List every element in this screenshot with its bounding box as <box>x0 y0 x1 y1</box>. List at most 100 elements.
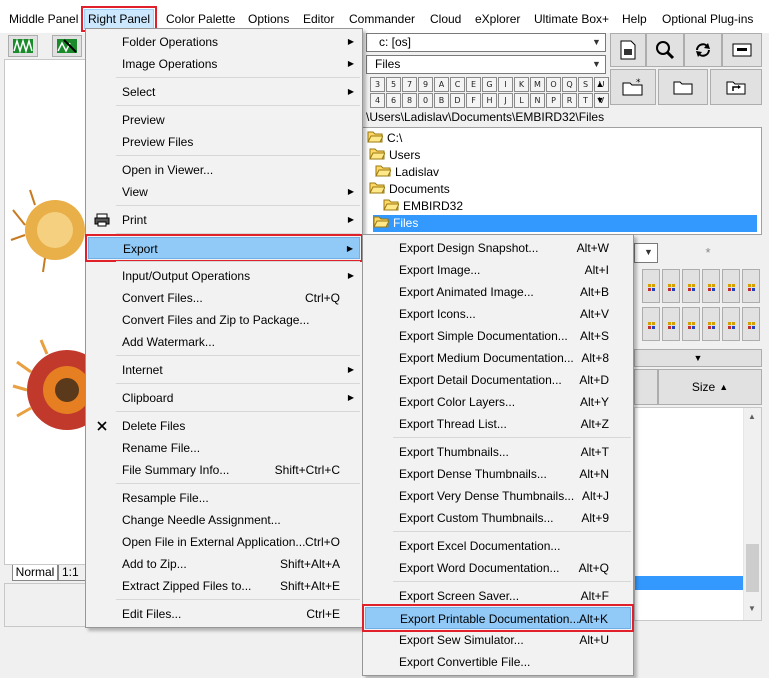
filter-key-l[interactable]: L <box>514 93 529 108</box>
color-sort-button[interactable] <box>662 307 680 341</box>
menu-help[interactable]: Help <box>621 10 648 28</box>
color-sort-button[interactable] <box>642 269 660 303</box>
menu-item-preview[interactable]: Preview <box>88 109 360 131</box>
menu-item-export-dense-thumbnails[interactable]: Export Dense Thumbnails... Alt+N <box>365 463 631 485</box>
color-sort-button[interactable] <box>742 307 760 341</box>
menu-item-export-screen-saver[interactable]: Export Screen Saver... Alt+F <box>365 585 631 607</box>
folder-tree[interactable]: C:\ Users Ladislav Documents EMBIRD32 Files <box>362 127 762 235</box>
menu-editor[interactable]: Editor <box>302 10 335 28</box>
filter-key-g[interactable]: G <box>482 77 497 92</box>
menu-item-export-icons[interactable]: Export Icons... Alt+V <box>365 303 631 325</box>
tab-normal[interactable]: Normal <box>12 565 58 581</box>
filter-key-0[interactable]: 0 <box>418 93 433 108</box>
color-sort-button[interactable] <box>662 269 680 303</box>
color-sort-button[interactable] <box>642 307 660 341</box>
scroll-up-icon[interactable]: ▲ <box>594 77 606 92</box>
new-folder-button[interactable]: * <box>610 69 656 105</box>
selected-file-row[interactable] <box>635 576 743 590</box>
menu-item-edit-files[interactable]: Edit Files... Ctrl+E <box>88 603 360 625</box>
menu-options[interactable]: Options <box>247 10 290 28</box>
folder-button[interactable] <box>658 69 708 105</box>
find-button[interactable] <box>646 33 684 67</box>
filter-key-4[interactable]: 4 <box>370 93 385 108</box>
menu-item-export-excel-documentation[interactable]: Export Excel Documentation... <box>365 535 631 557</box>
menu-item-delete-files[interactable]: Delete Files <box>88 415 360 437</box>
stitch-edit-button[interactable] <box>52 35 82 57</box>
menu-item-open-in-viewer[interactable]: Open in Viewer... <box>88 159 360 181</box>
file-filter-combo[interactable]: Files ▼ <box>366 55 606 74</box>
filter-key-9[interactable]: 9 <box>418 77 433 92</box>
filter-key-t[interactable]: T <box>578 93 593 108</box>
color-sort-button[interactable] <box>702 269 720 303</box>
menu-explorer[interactable]: eXplorer <box>474 10 521 28</box>
menu-item-export-sew-simulator[interactable]: Export Sew Simulator... Alt+U <box>365 629 631 651</box>
menu-optional-plug-ins[interactable]: Optional Plug-ins <box>661 10 754 28</box>
menu-item-internet[interactable]: Internet ▶ <box>88 359 360 381</box>
filter-key-f[interactable]: F <box>466 93 481 108</box>
menu-item-print[interactable]: Print ▶ <box>88 209 360 231</box>
menu-item-export-animated-image[interactable]: Export Animated Image... Alt+B <box>365 281 631 303</box>
menu-commander[interactable]: Commander <box>348 10 416 28</box>
filter-key-6[interactable]: 6 <box>386 93 401 108</box>
menu-item-view[interactable]: View ▶ <box>88 181 360 203</box>
color-sort-button[interactable] <box>682 307 700 341</box>
menu-item-export-design-snapshot[interactable]: Export Design Snapshot... Alt+W <box>365 237 631 259</box>
menu-item-file-summary-info[interactable]: File Summary Info... Shift+Ctrl+C <box>88 459 360 481</box>
display-button[interactable] <box>722 33 762 67</box>
menu-item-rename-file[interactable]: Rename File... <box>88 437 360 459</box>
color-sort-button[interactable] <box>702 307 720 341</box>
menu-item-export-image[interactable]: Export Image... Alt+I <box>365 259 631 281</box>
scroll-down-button[interactable]: ▼ <box>634 349 762 367</box>
menu-item-folder-operations[interactable]: Folder Operations ▶ <box>88 31 360 53</box>
menu-item-resample-file[interactable]: Resample File... <box>88 487 360 509</box>
scroll-down-icon[interactable]: ▼ <box>594 93 606 108</box>
menu-item-export-custom-thumbnails[interactable]: Export Custom Thumbnails... Alt+9 <box>365 507 631 529</box>
menu-item-input-output-operations[interactable]: Input/Output Operations ▶ <box>88 265 360 287</box>
menu-item-export-simple-documentation[interactable]: Export Simple Documentation... Alt+S <box>365 325 631 347</box>
menu-item-convert-files-and-zip-to-package[interactable]: Convert Files and Zip to Package... <box>88 309 360 331</box>
menu-cloud[interactable]: Cloud <box>429 10 462 28</box>
refresh-button[interactable] <box>684 33 722 67</box>
file-list[interactable]: ▲ ▼ <box>634 407 762 621</box>
menu-item-add-watermark[interactable]: Add Watermark... <box>88 331 360 353</box>
filter-key-5[interactable]: 5 <box>386 77 401 92</box>
tree-item-ladislav[interactable]: Ladislav <box>375 164 439 181</box>
stitch-view-button[interactable] <box>8 35 38 57</box>
menu-item-export[interactable]: Export ▶ <box>85 234 363 262</box>
menu-item-select[interactable]: Select ▶ <box>88 81 360 103</box>
menu-middle-panel[interactable]: Middle Panel <box>8 10 79 28</box>
tree-item-c[interactable]: C:\ <box>367 130 402 147</box>
drive-combo[interactable]: c: [os] ▼ <box>366 33 606 52</box>
file-list-scrollbar[interactable]: ▲ ▼ <box>743 408 761 620</box>
color-sort-button[interactable] <box>722 269 740 303</box>
menu-item-export-printable-documentation[interactable]: Export Printable Documentation... Alt+K <box>362 604 634 632</box>
menu-item-export-color-layers[interactable]: Export Color Layers... Alt+Y <box>365 391 631 413</box>
menu-color-palette[interactable]: Color Palette <box>165 10 236 28</box>
scrollbar-thumb[interactable] <box>746 544 759 592</box>
filter-key-r[interactable]: R <box>562 93 577 108</box>
filter-key-p[interactable]: P <box>546 93 561 108</box>
color-sort-button[interactable] <box>682 269 700 303</box>
menu-item-export-very-dense-thumbnails[interactable]: Export Very Dense Thumbnails... Alt+J <box>365 485 631 507</box>
menu-item-export-convertible-file[interactable]: Export Convertible File... <box>365 651 631 673</box>
filter-key-d[interactable]: D <box>450 93 465 108</box>
filter-key-i[interactable]: I <box>498 77 513 92</box>
design-preview-area[interactable] <box>4 59 107 565</box>
filter-key-e[interactable]: E <box>466 77 481 92</box>
menu-item-export-thumbnails[interactable]: Export Thumbnails... Alt+T <box>365 441 631 463</box>
tab-zoom[interactable]: 1:1 N <box>58 565 88 581</box>
view-mode-combo[interactable]: ▼ <box>634 243 658 263</box>
sort-size-button[interactable]: Size ▲ <box>658 369 762 405</box>
menu-item-clipboard[interactable]: Clipboard ▶ <box>88 387 360 409</box>
filter-key-h[interactable]: H <box>482 93 497 108</box>
filter-key-8[interactable]: 8 <box>402 93 417 108</box>
filter-key-q[interactable]: Q <box>562 77 577 92</box>
menu-item-image-operations[interactable]: Image Operations ▶ <box>88 53 360 75</box>
menu-item-export-thread-list[interactable]: Export Thread List... Alt+Z <box>365 413 631 435</box>
menu-item-convert-files[interactable]: Convert Files... Ctrl+Q <box>88 287 360 309</box>
color-sort-button[interactable] <box>722 307 740 341</box>
parent-folder-button[interactable] <box>710 69 762 105</box>
filter-key-b[interactable]: B <box>434 93 449 108</box>
filter-key-n[interactable]: N <box>530 93 545 108</box>
filter-key-o[interactable]: O <box>546 77 561 92</box>
